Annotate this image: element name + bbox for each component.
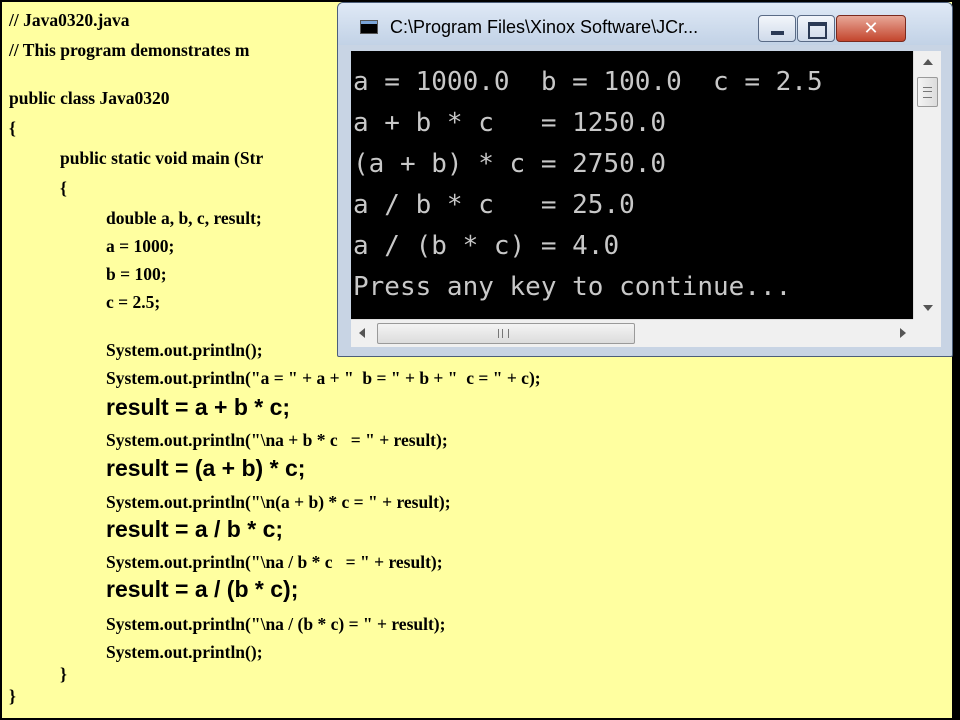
console-line-values: a = 1000.0 b = 100.0 c = 2.5 [353,67,823,97]
resize-grip[interactable] [913,319,941,347]
assign-c: c = 2.5; [106,292,161,312]
main-open-brace: { [60,178,67,198]
vertical-scrollbar[interactable] [913,51,941,319]
maximize-button[interactable] [797,15,835,42]
println-result-1: System.out.println("\na + b * c = " + re… [106,430,448,450]
close-button[interactable] [836,15,906,42]
println-abc: System.out.println("a = " + a + " b = " … [106,368,541,388]
println-empty-1: System.out.println(); [106,340,263,360]
console-output[interactable]: a = 1000.0 b = 100.0 c = 2.5 a + b * c =… [351,51,913,319]
console-title: C:\Program Files\Xinox Software\JCr... [390,17,699,37]
class-declaration: public class Java0320 [9,88,170,108]
variable-declaration: double a, b, c, result; [106,208,262,228]
result-line-4: result = a / (b * c); [106,576,299,602]
main-declaration: public static void main (Str [60,148,264,168]
scroll-up-arrow-icon[interactable] [914,51,941,73]
println-result-2: System.out.println("\n(a + b) * c = " + … [106,492,451,512]
minimize-button[interactable] [758,15,796,42]
console-line-result-3: a / b * c = 25.0 [353,190,635,220]
console-titlebar[interactable]: C:\Program Files\Xinox Software\JCr... [338,3,952,45]
println-result-4: System.out.println("\na / (b * c) = " + … [106,614,446,634]
scroll-right-arrow-icon[interactable] [891,320,913,347]
result-line-3: result = a / b * c; [106,516,284,542]
scroll-down-arrow-icon[interactable] [914,297,941,319]
assign-b: b = 100; [106,264,167,284]
class-open-brace: { [9,118,16,138]
result-line-1: result = a + b * c; [106,394,291,420]
console-app-icon[interactable] [360,20,378,34]
file-comment: // Java0320.java [9,10,130,30]
console-line-result-4: a / (b * c) = 4.0 [353,231,620,261]
horizontal-scrollbar[interactable] [351,319,913,347]
description-comment: // This program demonstrates m [9,40,250,60]
println-result-3: System.out.println("\na / b * c = " + re… [106,552,443,572]
console-line-prompt: Press any key to continue... [353,272,792,302]
console-line-result-2: (a + b) * c = 2750.0 [353,149,667,179]
assign-a: a = 1000; [106,236,175,256]
console-line-result-1: a + b * c = 1250.0 [353,108,667,138]
horizontal-scroll-thumb[interactable] [377,323,635,344]
vertical-scroll-thumb[interactable] [917,77,938,107]
result-line-2: result = (a + b) * c; [106,455,306,481]
println-empty-2: System.out.println(); [106,642,263,662]
scroll-left-arrow-icon[interactable] [351,320,373,347]
class-close-brace: } [9,686,16,706]
main-close-brace: } [60,664,67,684]
console-window[interactable]: C:\Program Files\Xinox Software\JCr... a… [337,2,953,357]
